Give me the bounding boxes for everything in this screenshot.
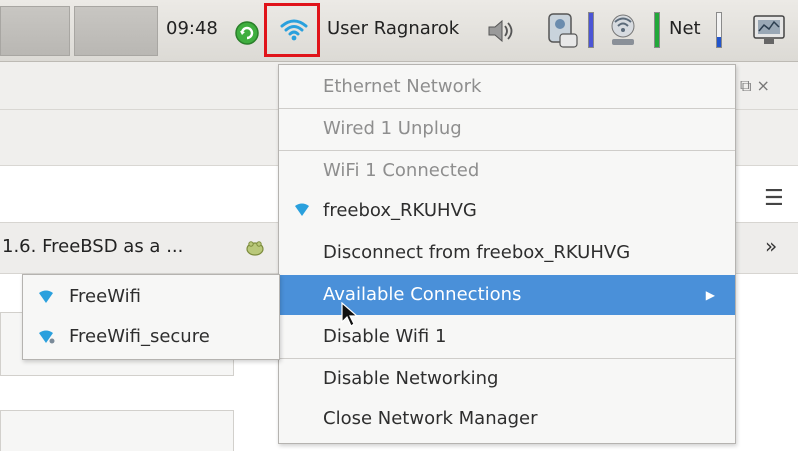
volume-icon[interactable] [486,17,516,45]
wifi-secure-icon [39,330,55,344]
bookmarks-overflow-button[interactable]: » [765,234,777,258]
memory-level-bar [654,12,660,48]
net-label[interactable]: Net [669,18,701,39]
cpu-level-bar [588,12,594,48]
usb-device-icon[interactable] [546,10,580,50]
network-manager-menu: Ethernet Network Wired 1 Unplug WiFi 1 C… [278,64,736,444]
menu-item-close-network-manager[interactable]: Close Network Manager [279,399,735,439]
wireless-status-icon[interactable] [606,12,640,48]
system-monitor-icon[interactable] [752,14,786,46]
menu-item-wifi-connected: WiFi 1 Connected [323,160,480,181]
net-level-bar [716,12,722,48]
available-connections-submenu: FreeWifi FreeWifi_secure [22,274,280,360]
window-controls[interactable]: ⧉ × [740,76,770,96]
user-label[interactable]: User Ragnarok [327,18,459,39]
wifi-signal-icon [295,203,309,216]
update-icon[interactable] [234,20,260,46]
menu-item-disconnect[interactable]: Disconnect from freebox_RKUHVG [279,233,735,273]
mouse-cursor-icon [341,302,359,327]
submenu-arrow-icon: ▶ [705,288,715,302]
content-block-2 [0,410,234,451]
top-panel: 09:48 User Ragnarok Net [0,0,798,62]
menu-item-freebox-network[interactable]: freebox_RKUHVG [279,191,735,231]
bookmark-item[interactable]: 1.6. FreeBSD as a ... [2,236,183,257]
wifi-signal-icon [39,290,53,303]
menu-item-disable-networking[interactable]: Disable Networking [279,359,735,399]
taskbar-button-1[interactable] [0,6,70,56]
menu-item-ethernet-network: Ethernet Network [323,76,482,97]
browser-menu-icon[interactable]: ☰ [764,186,784,211]
clock[interactable]: 09:48 [166,18,218,39]
bookmark-favicon-icon [246,241,264,256]
submenu-item-freewifi[interactable]: FreeWifi [23,277,279,317]
taskbar-button-2[interactable] [74,6,158,56]
submenu-item-freewifi-secure[interactable]: FreeWifi_secure [23,317,279,357]
highlight-box [264,3,320,57]
menu-item-wired-unplug: Wired 1 Unplug [323,118,462,139]
